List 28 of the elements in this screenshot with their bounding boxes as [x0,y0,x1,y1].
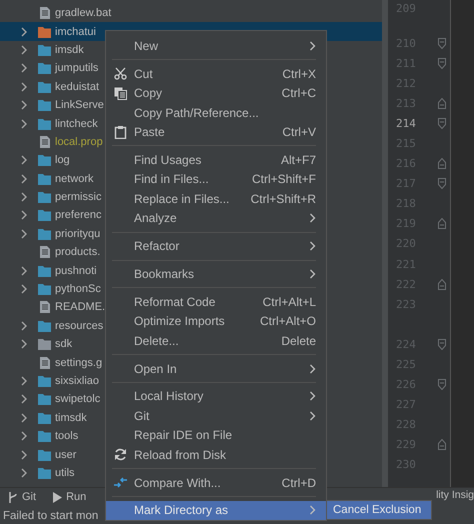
file-name: keduistat [55,80,100,93]
file-name: user [55,448,76,461]
file-name: README. [55,301,106,314]
file-name: products. [55,246,100,258]
file-name: permissic [55,191,102,204]
file-name: priorityqu [55,228,100,240]
file-name: local.prop [55,136,103,148]
file-name: pythonSc [55,283,101,296]
file-name: imsdk [55,44,84,56]
file-name: sdk [55,338,72,350]
file-name: LinkServe [55,99,104,112]
file-name: utils [55,466,75,479]
file-name: gradlew.bat [55,7,112,20]
file-name: pushnoti [55,264,97,277]
file-name: resources [55,320,104,332]
file-name: log [55,154,70,166]
status-message: Failed to start mon [3,510,98,522]
file-name: network [55,172,94,185]
file-name: swipetolc [55,393,100,406]
file-name: tools [55,430,78,442]
file-name: sixsixliao [55,375,100,387]
file-name: imchatui [55,26,96,38]
file-name: timsdk [55,412,87,424]
line-number: 214 [395,116,417,130]
file-name: settings.g [55,356,102,369]
file-name: lintcheck [55,118,98,130]
file-name: jumputils [55,62,98,74]
file-name: preferenc [55,209,102,222]
